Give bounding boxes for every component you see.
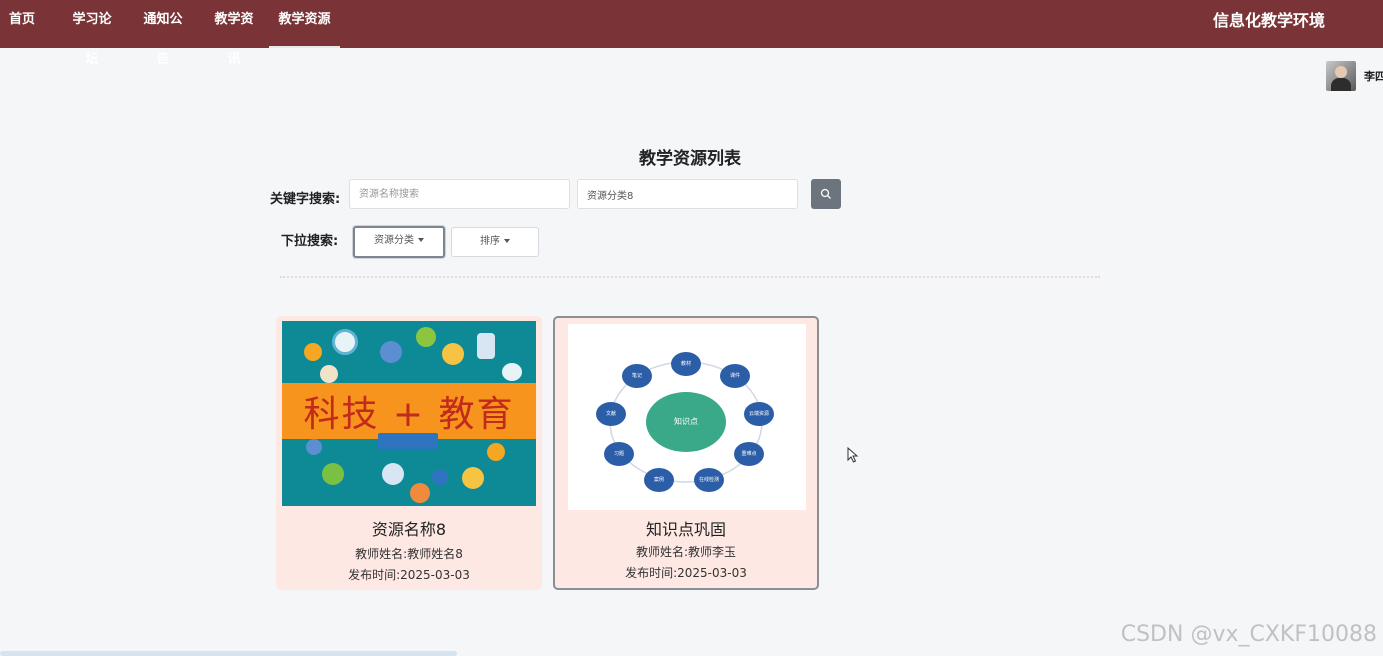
mind-map-node: 文献 bbox=[596, 402, 626, 426]
username: 李四 bbox=[1364, 70, 1383, 83]
card-teacher: 教师姓名:教师李玉 bbox=[635, 545, 737, 559]
mind-map-node: 案例 bbox=[644, 468, 674, 492]
card-title: 知识点巩固 bbox=[645, 520, 726, 539]
card-title: 资源名称8 bbox=[371, 520, 447, 539]
mind-map-node: 教材 bbox=[671, 352, 701, 376]
nav-resources[interactable]: 教学资源 bbox=[269, 0, 340, 48]
mind-map-node: 云端资源 bbox=[744, 402, 774, 426]
mind-map-node: 习题 bbox=[604, 442, 634, 466]
nav-home[interactable]: 首页 bbox=[8, 0, 36, 48]
resource-card[interactable]: 科技 + 教育 资源名称8 教师姓名:教师姓名8 发布时间:2025-03-03 bbox=[276, 316, 542, 590]
page-title: 教学资源列表 bbox=[639, 149, 741, 169]
nav-notices[interactable]: 通知公告 bbox=[138, 0, 188, 67]
nav-news[interactable]: 教学资讯 bbox=[209, 0, 259, 67]
resource-image-tech-education: 科技 + 教育 bbox=[282, 321, 536, 506]
search-icon bbox=[820, 188, 831, 199]
caret-down-icon bbox=[418, 238, 424, 242]
resource-category-input[interactable] bbox=[577, 179, 798, 209]
user-profile[interactable]: 李四 bbox=[1326, 60, 1383, 92]
mind-map-node: 课件 bbox=[720, 364, 750, 388]
resource-name-input[interactable] bbox=[349, 179, 570, 209]
card-date: 发布时间:2025-03-03 bbox=[348, 568, 470, 582]
banner-text: 科技 + 教育 bbox=[303, 394, 515, 435]
divider bbox=[280, 276, 1100, 278]
sort-dropdown-label: 排序 bbox=[480, 236, 500, 247]
horizontal-scrollbar[interactable] bbox=[0, 651, 457, 656]
resource-image-knowledge-map: 知识点 教材 课件 云端资源 重难点 在线检测 案例 习题 文献 笔记 bbox=[568, 324, 806, 510]
mind-map-node: 笔记 bbox=[622, 364, 652, 388]
card-teacher: 教师姓名:教师姓名8 bbox=[355, 547, 463, 561]
watermark: CSDN @vx_CXKF10088 bbox=[1120, 622, 1377, 647]
sort-dropdown[interactable]: 排序 bbox=[451, 227, 539, 257]
nav-forum[interactable]: 学习论坛 bbox=[67, 0, 117, 67]
category-dropdown-label: 资源分类 bbox=[374, 235, 414, 246]
brand-title: 信息化教学环境 bbox=[1212, 11, 1325, 30]
mind-map-center: 知识点 bbox=[646, 392, 726, 452]
keyword-search-label: 关键字搜索: bbox=[270, 192, 341, 207]
card-date: 发布时间:2025-03-03 bbox=[625, 566, 747, 580]
mouse-cursor-icon bbox=[847, 447, 859, 463]
resource-card[interactable]: 知识点 教材 课件 云端资源 重难点 在线检测 案例 习题 文献 笔记 知识点巩… bbox=[553, 316, 819, 590]
search-button[interactable] bbox=[811, 179, 841, 209]
avatar[interactable] bbox=[1326, 61, 1356, 91]
caret-down-icon bbox=[504, 239, 510, 243]
category-dropdown[interactable]: 资源分类 bbox=[353, 226, 445, 258]
mind-map-node: 在线检测 bbox=[694, 468, 724, 492]
dropdown-search-label: 下拉搜索: bbox=[281, 234, 339, 249]
top-navbar: 首页 学习论坛 通知公告 教学资讯 教学资源 信息化教学环境 bbox=[0, 0, 1383, 67]
mind-map-node: 重难点 bbox=[734, 442, 764, 466]
